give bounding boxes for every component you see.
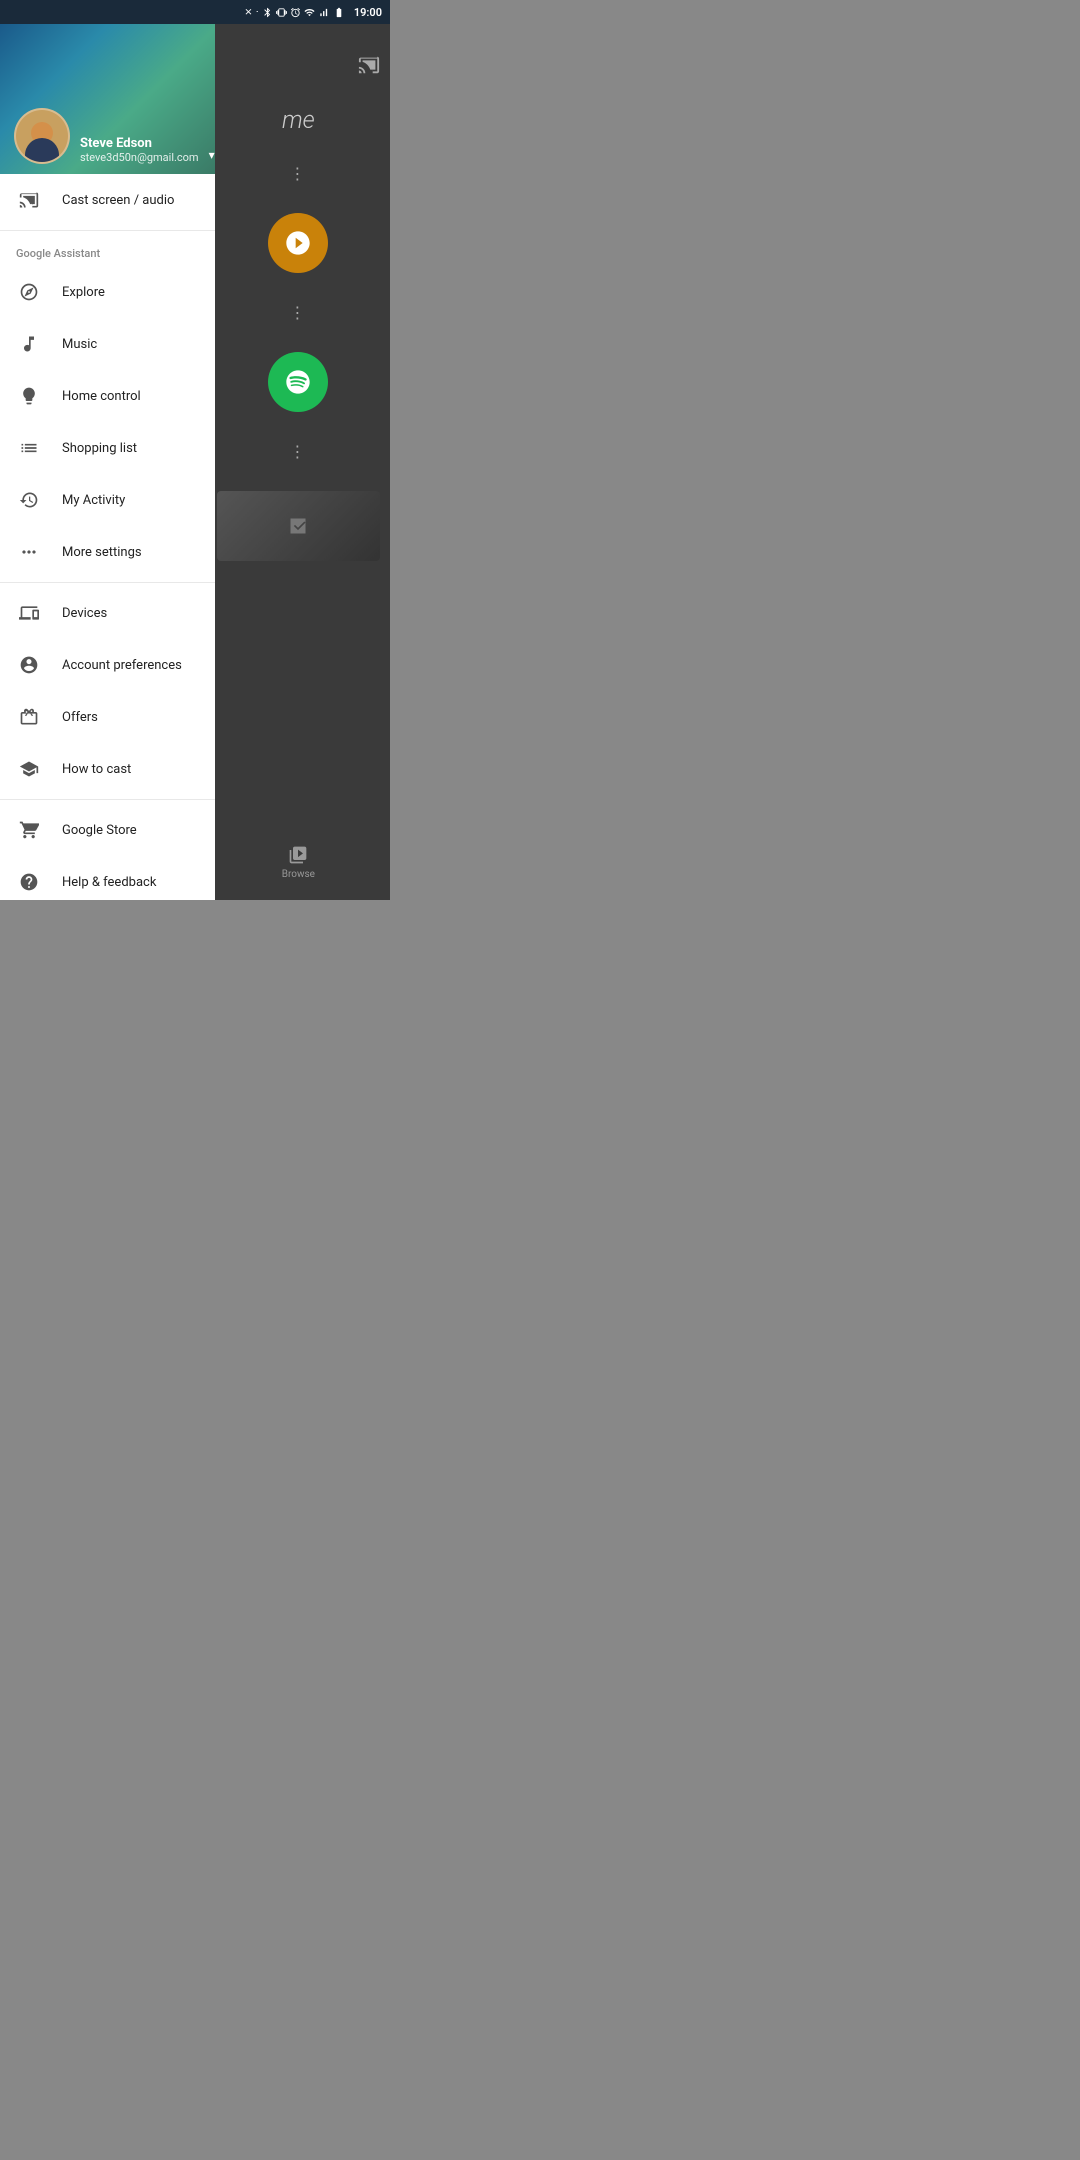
help-feedback-icon [16,872,42,892]
drawer-header: Steve Edson steve3d50n@gmail.com ▾ [0,24,215,174]
how-to-cast-icon [16,759,42,779]
music-icon [16,334,42,354]
user-info: Steve Edson steve3d50n@gmail.com [80,136,199,164]
music-item[interactable]: Music [0,318,215,370]
more-settings-label: More settings [62,545,142,560]
offers-icon [16,707,42,727]
cast-screen-label: Cast screen / audio [62,193,174,208]
music-label: Music [62,337,97,352]
home-control-label: Home control [62,389,141,404]
bg-dots-menu2: ⋮ [289,303,307,322]
my-activity-icon [16,490,42,510]
battery-icon [332,7,346,18]
bg-dots-menu3: ⋮ [289,442,307,461]
account-preferences-label: Account preferences [62,658,182,673]
shopping-list-label: Shopping list [62,441,137,456]
signal-icon [304,7,315,18]
help-feedback-label: Help & feedback [62,875,156,890]
bg-music-app [268,213,328,273]
devices-icon [16,603,42,623]
cast-bg-icon [358,54,380,76]
how-to-cast-item[interactable]: How to cast [0,743,215,795]
bg-spotify-app [268,352,328,412]
google-assistant-section-label: Google Assistant [0,235,215,266]
cast-screen-item[interactable]: Cast screen / audio [0,174,215,226]
devices-item[interactable]: Devices [0,587,215,639]
avatar [14,108,70,164]
alarm-icon [290,7,301,18]
bluetooth-icon [262,7,273,18]
home-control-icon [16,386,42,406]
account-preferences-icon [16,655,42,675]
bluetooth-icon: ⨯ [244,7,252,18]
help-feedback-item[interactable]: Help & feedback [0,856,215,900]
divider-2 [0,582,215,583]
google-store-item[interactable]: Google Store [0,804,215,856]
bg-title: me [282,106,315,134]
user-name: Steve Edson [80,136,199,151]
time-display: 19:00 [354,6,382,19]
bg-right-panel: me ⋮ ⋮ ⋮ Browse [207,24,390,900]
more-settings-icon [16,542,42,562]
explore-icon [16,282,42,302]
divider-3 [0,799,215,800]
divider-1 [0,230,215,231]
signal-bars-icon [318,7,329,18]
shopping-list-icon [16,438,42,458]
explore-label: Explore [62,285,105,300]
shopping-list-item[interactable]: Shopping list [0,422,215,474]
explore-item[interactable]: Explore [0,266,215,318]
google-store-label: Google Store [62,823,137,838]
navigation-drawer: Steve Edson steve3d50n@gmail.com ▾ Cast … [0,24,215,900]
devices-label: Devices [62,606,107,621]
user-email: steve3d50n@gmail.com [80,151,199,164]
offers-item[interactable]: Offers [0,691,215,743]
bg-dots-menu: ⋮ [289,164,307,183]
status-bar: ⨯ ⋅ 19:00 [0,0,390,24]
how-to-cast-label: How to cast [62,762,131,777]
cast-icon [16,190,42,210]
bg-browse: Browse [282,845,315,880]
bluetooth-icon2: ⋅ [256,7,259,18]
bg-thumbnail [217,491,380,561]
google-store-icon [16,820,42,840]
account-preferences-item[interactable]: Account preferences [0,639,215,691]
my-activity-item[interactable]: My Activity [0,474,215,526]
offers-label: Offers [62,710,98,725]
my-activity-label: My Activity [62,493,125,508]
vibrate-icon [276,7,287,18]
home-control-item[interactable]: Home control [0,370,215,422]
more-settings-item[interactable]: More settings [0,526,215,578]
account-dropdown-arrow[interactable]: ▾ [209,148,215,162]
